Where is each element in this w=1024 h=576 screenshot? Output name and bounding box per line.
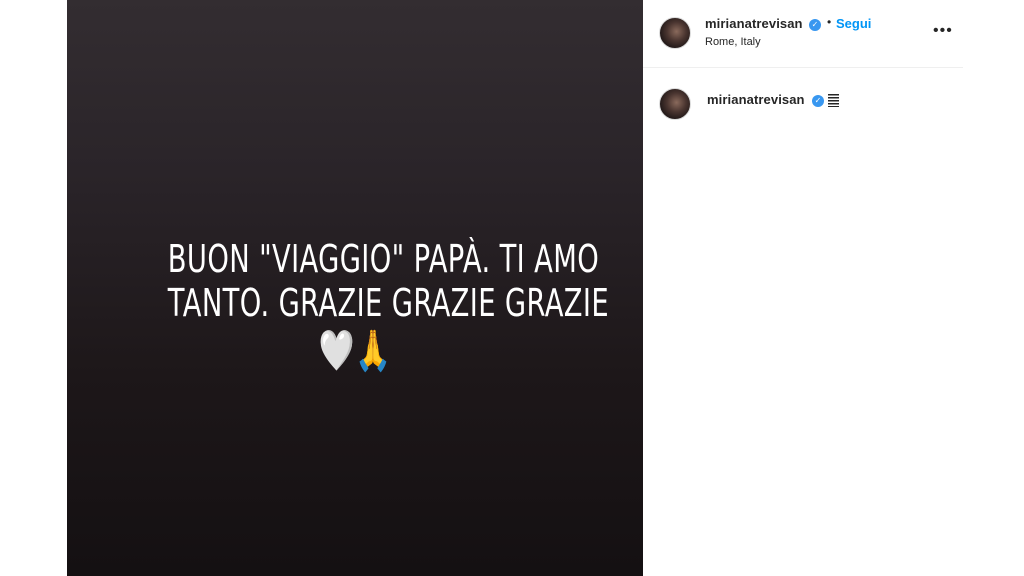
follow-button[interactable]: Segui (836, 16, 871, 31)
story-image[interactable]: BUON "VIAGGIO" PAPÀ. TI AMO TANTO. GRAZI… (67, 0, 643, 576)
praying-hands-icon: 🙏 (355, 328, 392, 374)
verified-badge-icon: ✓ (812, 95, 824, 107)
username-link[interactable]: mirianatrevisan (705, 16, 803, 31)
verified-badge-icon: ✓ (809, 19, 821, 31)
post-header: mirianatrevisan ✓ • Segui Rome, Italy ••… (643, 0, 963, 68)
avatar[interactable] (659, 88, 691, 120)
bars-icon (828, 94, 839, 107)
story-emoji-row: 🤍🙏 (168, 327, 542, 375)
comment-username-link[interactable]: mirianatrevisan (707, 92, 805, 107)
white-heart-icon: 🤍 (318, 328, 355, 374)
more-options-icon[interactable]: ••• (933, 23, 953, 39)
story-caption: BUON "VIAGGIO" PAPÀ. TI AMO TANTO. GRAZI… (167, 237, 609, 375)
location-link[interactable]: Rome, Italy (705, 36, 761, 48)
separator-dot: • (827, 15, 832, 29)
instagram-post-view: BUON "VIAGGIO" PAPÀ. TI AMO TANTO. GRAZI… (0, 0, 1024, 576)
post-side-panel: mirianatrevisan ✓ • Segui Rome, Italy ••… (643, 0, 963, 576)
story-caption-line-2: TANTO. GRAZIE GRAZIE GRAZIE (167, 281, 609, 325)
story-caption-line-1: BUON "VIAGGIO" PAPÀ. TI AMO (167, 237, 600, 281)
avatar[interactable] (659, 17, 691, 49)
